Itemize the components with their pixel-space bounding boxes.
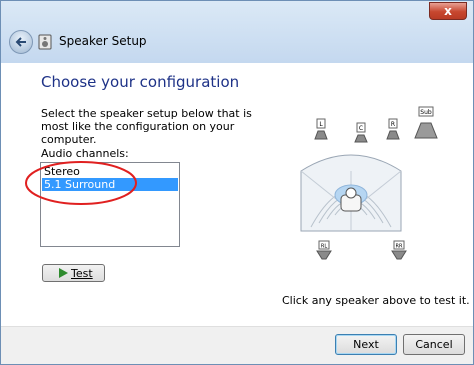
speaker-left-icon <box>314 130 328 140</box>
page-description: Select the speaker setup below that is m… <box>41 107 252 146</box>
speaker-setup-window: x Speaker Setup Choose your configuratio… <box>0 0 474 365</box>
speaker-right-label: R <box>391 121 395 128</box>
speaker-diagram: L C R Sub RL RR <box>300 106 438 260</box>
test-hint: Click any speaker above to test it. <box>282 294 470 307</box>
speaker-sub-icon <box>414 122 438 139</box>
speaker-rear-right-label: RR <box>396 244 403 250</box>
speaker-rear-right[interactable]: RR <box>391 240 407 260</box>
close-button[interactable]: x <box>429 2 467 20</box>
speaker-rear-right-icon <box>391 250 407 260</box>
speaker-rear-left-icon <box>316 250 332 260</box>
play-icon <box>59 268 68 278</box>
title-bar: x Speaker Setup <box>1 1 473 63</box>
speaker-right-icon <box>386 130 400 140</box>
test-button[interactable]: Test <box>42 264 105 282</box>
speaker-app-icon <box>38 34 52 50</box>
back-arrow-icon <box>15 37 26 47</box>
test-button-label: Test <box>71 267 93 280</box>
speaker-rear-left[interactable]: RL <box>316 240 332 260</box>
speaker-rear-left-label: RL <box>321 244 327 250</box>
close-icon: x <box>444 4 452 18</box>
page-title: Choose your configuration <box>41 73 240 91</box>
next-button[interactable]: Next <box>335 334 397 355</box>
cancel-button[interactable]: Cancel <box>403 334 465 355</box>
speaker-center-icon <box>354 134 368 143</box>
speaker-right[interactable]: R <box>386 118 400 140</box>
speaker-center-label: C <box>359 125 363 132</box>
speaker-center[interactable]: C <box>354 122 368 143</box>
footer-bar: Next Cancel <box>1 326 473 364</box>
back-button[interactable] <box>9 30 33 54</box>
red-highlight-ellipse <box>25 161 137 205</box>
speaker-subwoofer[interactable]: Sub <box>414 106 438 139</box>
speaker-sub-label: Sub <box>420 109 432 116</box>
speaker-left[interactable]: L <box>314 118 328 140</box>
window-title: Speaker Setup <box>59 34 147 48</box>
